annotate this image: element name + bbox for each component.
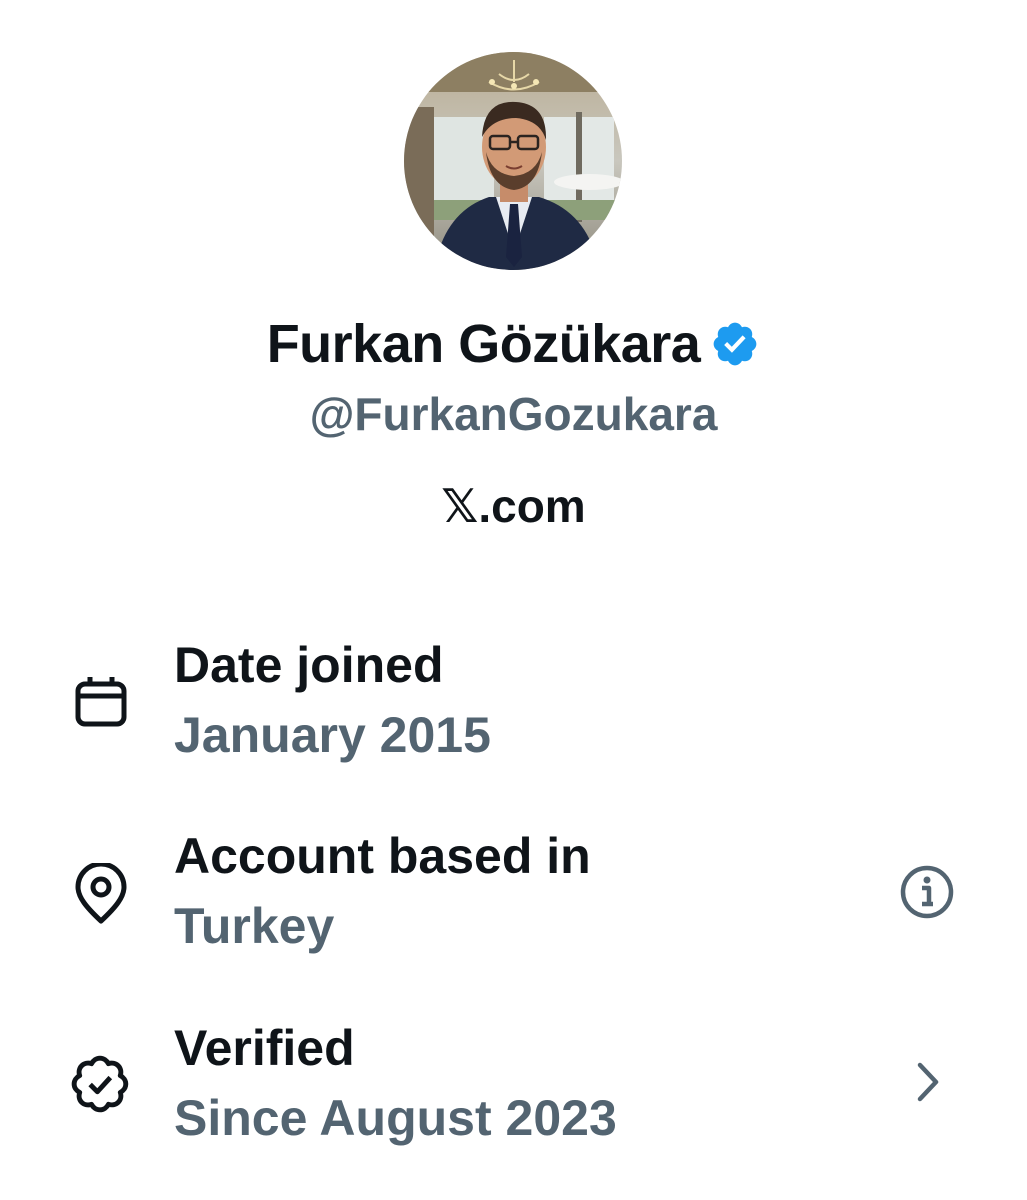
info-icon[interactable] <box>896 861 958 923</box>
date-joined-value: January 2015 <box>174 707 491 763</box>
verified-value: Since August 2023 <box>174 1090 617 1146</box>
date-joined-row: Date joined January 2015 <box>0 632 1027 792</box>
account-based-in-value: Turkey <box>174 898 335 954</box>
verified-badge-outline-icon <box>70 1053 132 1115</box>
verified-title: Verified <box>174 1020 355 1076</box>
location-pin-icon <box>70 861 132 925</box>
site-label: 𝕏.com <box>441 480 586 532</box>
chevron-right-icon[interactable] <box>898 1051 960 1113</box>
display-name: Furkan Gözükara <box>266 314 701 374</box>
verified-row[interactable]: Verified Since August 2023 <box>0 1015 1027 1175</box>
account-based-in-row: Account based in Turkey <box>0 823 1027 983</box>
calendar-icon <box>70 672 132 734</box>
avatar-photo <box>404 52 622 270</box>
profile-name-row: Furkan Gözükara <box>0 310 1027 378</box>
profile-handle: @FurkanGozukara <box>309 388 718 440</box>
profile-avatar[interactable] <box>404 52 622 270</box>
verified-badge-icon[interactable] <box>710 319 760 369</box>
account-based-in-title: Account based in <box>174 828 591 884</box>
date-joined-title: Date joined <box>174 637 444 693</box>
